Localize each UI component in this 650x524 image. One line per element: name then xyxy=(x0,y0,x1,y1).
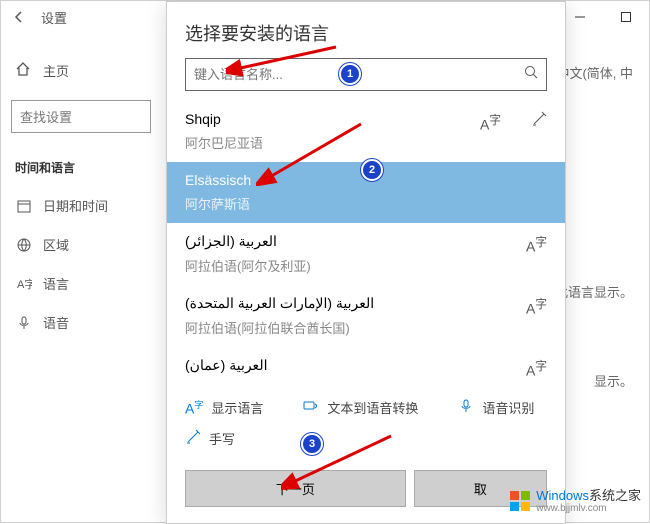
feature-legend: A字 显示语言 文本到语音转换 语音识别 手写 xyxy=(167,388,565,458)
back-icon[interactable] xyxy=(9,7,29,27)
next-button[interactable]: 下一页 xyxy=(185,470,406,507)
dialog-title: 选择要安装的语言 xyxy=(167,2,565,58)
sidebar-item-datetime[interactable]: 日期和时间 xyxy=(1,186,161,225)
handwriting-icon xyxy=(531,111,547,133)
language-item[interactable]: Shqip 阿尔巴尼亚语 A字 xyxy=(167,101,565,162)
feature-tts: 文本到语音转换 xyxy=(303,398,418,417)
display-language-icon: A字 xyxy=(480,111,501,133)
window-controls xyxy=(557,1,649,33)
search-field[interactable] xyxy=(194,67,524,82)
home-icon xyxy=(15,61,33,80)
feature-handwriting: 手写 xyxy=(185,429,235,448)
display-language-icon: A字 xyxy=(526,295,547,317)
search-icon xyxy=(524,65,538,84)
svg-text:A字: A字 xyxy=(17,277,32,291)
microphone-icon xyxy=(458,398,474,417)
sidebar: 主页 查找设置 时间和语言 日期和时间 区域 A字 语言 xyxy=(1,33,161,522)
sidebar-item-speech[interactable]: 语音 xyxy=(1,303,161,342)
language-item[interactable]: العربية (الإمارات العربية المتحدة) 阿拉伯语(… xyxy=(167,285,565,347)
feature-display-language: A字 显示语言 xyxy=(185,398,263,417)
feature-speech-recognition: 语音识别 xyxy=(458,398,534,417)
search-settings-input[interactable]: 查找设置 xyxy=(11,100,151,133)
display-language-icon: A字 xyxy=(526,233,547,255)
language-search-input[interactable] xyxy=(185,58,547,91)
sidebar-item-region[interactable]: 区域 xyxy=(1,225,161,264)
sidebar-home[interactable]: 主页 xyxy=(1,53,161,88)
language-list[interactable]: Shqip 阿尔巴尼亚语 A字 Elsässisch 阿尔萨斯语 العربية… xyxy=(167,101,565,388)
watermark: Windows系统之家 www.bjjmlv.com xyxy=(510,489,641,514)
sidebar-item-language[interactable]: A字 语言 xyxy=(1,264,161,303)
section-title: 时间和语言 xyxy=(1,145,161,186)
microphone-icon xyxy=(15,315,33,331)
language-item-selected[interactable]: Elsässisch 阿尔萨斯语 xyxy=(167,162,565,223)
language-picker-dialog: 选择要安装的语言 Shqip 阿尔巴尼亚语 A字 Elsässisch 阿尔萨斯… xyxy=(166,1,566,524)
language-icon: A字 xyxy=(15,276,33,292)
language-item[interactable]: العربية (عمان) A字 xyxy=(167,347,565,384)
tts-icon xyxy=(303,398,319,417)
windows-logo-icon xyxy=(510,491,530,511)
window-title: 设置 xyxy=(41,8,67,27)
home-label: 主页 xyxy=(43,61,69,80)
language-item[interactable]: العربية (الجزائر) 阿拉伯语(阿尔及利亚) A字 xyxy=(167,223,565,285)
pen-icon xyxy=(185,429,201,448)
maximize-button[interactable] xyxy=(603,1,649,33)
globe-icon xyxy=(15,237,33,253)
calendar-icon xyxy=(15,198,33,214)
display-language-icon: A字 xyxy=(185,398,203,417)
display-language-icon: A字 xyxy=(526,357,547,379)
